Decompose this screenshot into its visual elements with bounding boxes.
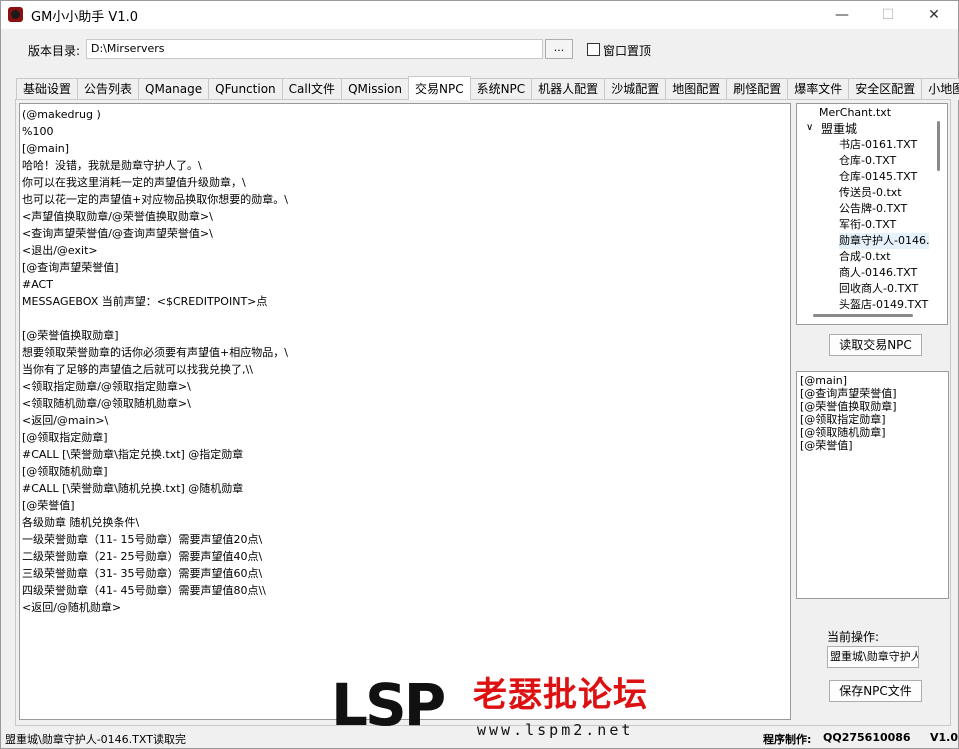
author-label: 程序制作: [763, 733, 812, 746]
directory-input[interactable]: D:\Mirservers [86, 39, 543, 59]
editor-line: 哈哈！没错，我就是勋章守护人了。\ [22, 159, 202, 172]
tab-strip: 基础设置 公告列表 QManage QFunction Call文件 QMiss… [16, 76, 959, 100]
maximize-button[interactable]: ☐ [865, 1, 911, 29]
tree-item[interactable]: 仓库-0.TXT [839, 153, 896, 169]
editor-line: <查询声望荣誉值/@查询声望荣誉值>\ [22, 227, 213, 240]
editor-line: <声望值换取勋章/@荣誉值换取勋章>\ [22, 210, 213, 223]
editor-line: 一级荣誉勋章（11- 15号勋章）需要声望值20点\ [22, 533, 263, 546]
tree-item[interactable]: 商人-0146.TXT [839, 265, 917, 281]
tab-map-config[interactable]: 地图配置 [665, 78, 728, 100]
tree-item-merchant[interactable]: MerChant.txt [819, 105, 891, 121]
editor-line: MESSAGEBOX 当前声望：<$CREDITPOINT>点 [22, 295, 268, 308]
editor-line: 各级勋章 随机兑换条件\ [22, 516, 140, 529]
minimize-button[interactable]: — [819, 1, 865, 29]
topmost-label: 窗口置顶 [603, 44, 652, 58]
status-message: 盟重城\勋章守护人-0146.TXT读取完 [5, 733, 186, 746]
window-title: GM小小助手 V1.0 [31, 10, 138, 25]
editor-line: [@main] [22, 142, 70, 155]
editor-line: <返回/@main>\ [22, 414, 109, 427]
tree-vertical-scrollbar[interactable] [937, 121, 940, 171]
tab-castle-config[interactable]: 沙城配置 [604, 78, 667, 100]
app-window: GM小小助手 V1.0 — ☐ ✕ 版本目录: D:\Mirservers ..… [0, 0, 959, 749]
editor-line: 二级荣誉勋章（21- 25号勋章）需要声望值40点\ [22, 550, 263, 563]
directory-label: 版本目录: [28, 44, 81, 58]
tab-qmanage[interactable]: QManage [138, 78, 210, 100]
tree-item[interactable]: 军衔-0.TXT [839, 217, 896, 233]
editor-line: 三级荣誉勋章（31- 35号勋章）需要声望值60点\ [22, 567, 263, 580]
watermark-url: www.lspm2.net [477, 721, 634, 739]
tree-horizontal-scrollbar[interactable] [813, 314, 913, 317]
editor-line: #CALL [\荣誉勋章\指定兑换.txt] @指定勋章 [22, 448, 244, 461]
editor-line: (@makedrug ) [22, 108, 101, 121]
tab-call-files[interactable]: Call文件 [281, 78, 343, 100]
editor-line: 也可以花一定的声望值+对应物品换取你想要的勋章。\ [22, 193, 288, 206]
npc-tree[interactable]: MerChant.txt ∨ 盟重城 书店-0161.TXT 仓库-0.TXT … [796, 103, 948, 325]
tree-item[interactable]: 仓库-0145.TXT [839, 169, 917, 185]
read-trade-npc-button[interactable]: 读取交易NPC [829, 334, 922, 356]
current-op-value: 盟重城\勋章守护人-0146.TXT [827, 646, 919, 668]
tree-item-selected[interactable]: 勋章守护人-0146. [839, 233, 930, 249]
editor-line: [@荣誉值换取勋章] [22, 329, 119, 342]
tab-monster-config[interactable]: 刷怪配置 [726, 78, 789, 100]
label-list[interactable]: [@main] [@查询声望荣誉值] [@荣誉值换取勋章] [@领取指定勋章] … [796, 371, 949, 599]
tab-safezone-config[interactable]: 安全区配置 [848, 78, 923, 100]
editor-line: #ACT [22, 278, 53, 291]
tree-item[interactable]: 头盔店-0149.TXT [839, 297, 928, 313]
editor-line: [@领取随机勋章] [22, 465, 108, 478]
tree-folder-mengzhong[interactable]: 盟重城 [821, 121, 857, 137]
tab-minimap-config[interactable]: 小地图配置 [921, 78, 959, 100]
label-item[interactable]: [@领取指定勋章] [800, 413, 886, 426]
tab-announcements[interactable]: 公告列表 [77, 78, 140, 100]
editor-line: 想要领取荣誉勋章的话你必须要有声望值+相应物品，\ [22, 346, 288, 359]
tree-item[interactable]: 传送员-0.txt [839, 185, 902, 201]
editor-line: %100 [22, 125, 54, 138]
editor-line: 你可以在我这里消耗一定的声望值升级勋章，\ [22, 176, 246, 189]
tree-item[interactable]: 书店-0161.TXT [839, 137, 917, 153]
editor-line: [@荣誉值] [22, 499, 75, 512]
watermark-logo: LSP [331, 671, 446, 739]
label-item[interactable]: [@荣誉值换取勋章] [800, 400, 897, 413]
editor-line: [@领取指定勋章] [22, 431, 108, 444]
title-bar: GM小小助手 V1.0 — ☐ ✕ [1, 1, 958, 29]
editor-line: #CALL [\荣誉勋章\随机兑换.txt] @随机勋章 [22, 482, 244, 495]
close-button[interactable]: ✕ [911, 1, 957, 29]
editor-line: <领取指定勋章/@领取指定勋章>\ [22, 380, 191, 393]
chevron-down-icon[interactable]: ∨ [806, 122, 813, 133]
script-editor[interactable]: (@makedrug ) %100 [@main] 哈哈！没错，我就是勋章守护人… [19, 103, 791, 720]
app-icon [8, 7, 23, 22]
tree-item[interactable]: 公告牌-0.TXT [839, 201, 907, 217]
tab-system-npc[interactable]: 系统NPC [469, 78, 533, 100]
label-item[interactable]: [@荣誉值] [800, 439, 853, 452]
topmost-checkbox[interactable] [587, 43, 600, 56]
tab-basic-settings[interactable]: 基础设置 [16, 78, 79, 100]
editor-line: <退出/@exit> [22, 244, 98, 257]
tab-qfunction[interactable]: QFunction [208, 78, 283, 100]
tab-robot-config[interactable]: 机器人配置 [531, 78, 606, 100]
author-qq: QQ275610086 [823, 731, 911, 744]
current-op-label: 当前操作: [827, 630, 880, 644]
editor-line: <返回/@随机勋章> [22, 601, 122, 614]
save-npc-button[interactable]: 保存NPC文件 [829, 680, 922, 702]
editor-line: 当你有了足够的声望值之后就可以找我兑换了,\\ [22, 363, 253, 376]
browse-button[interactable]: ... [545, 39, 573, 59]
tree-item[interactable]: 合成-0.txt [839, 249, 891, 265]
version-label: V1.0 [930, 731, 958, 744]
label-item[interactable]: [@查询声望荣誉值] [800, 387, 897, 400]
editor-line: <领取随机勋章/@领取随机勋章>\ [22, 397, 191, 410]
label-item[interactable]: [@main] [800, 374, 847, 387]
editor-line: 四级荣誉勋章（41- 45号勋章）需要声望值80点\\ [22, 584, 266, 597]
tab-qmission[interactable]: QMission [341, 78, 409, 100]
watermark-name: 老瑟批论坛 [473, 675, 648, 715]
label-item[interactable]: [@领取随机勋章] [800, 426, 886, 439]
tab-drop-files[interactable]: 爆率文件 [787, 78, 850, 100]
tree-item[interactable]: 回收商人-0.TXT [839, 281, 918, 297]
tab-trade-npc[interactable]: 交易NPC [407, 76, 471, 100]
editor-line: [@查询声望荣誉值] [22, 261, 119, 274]
